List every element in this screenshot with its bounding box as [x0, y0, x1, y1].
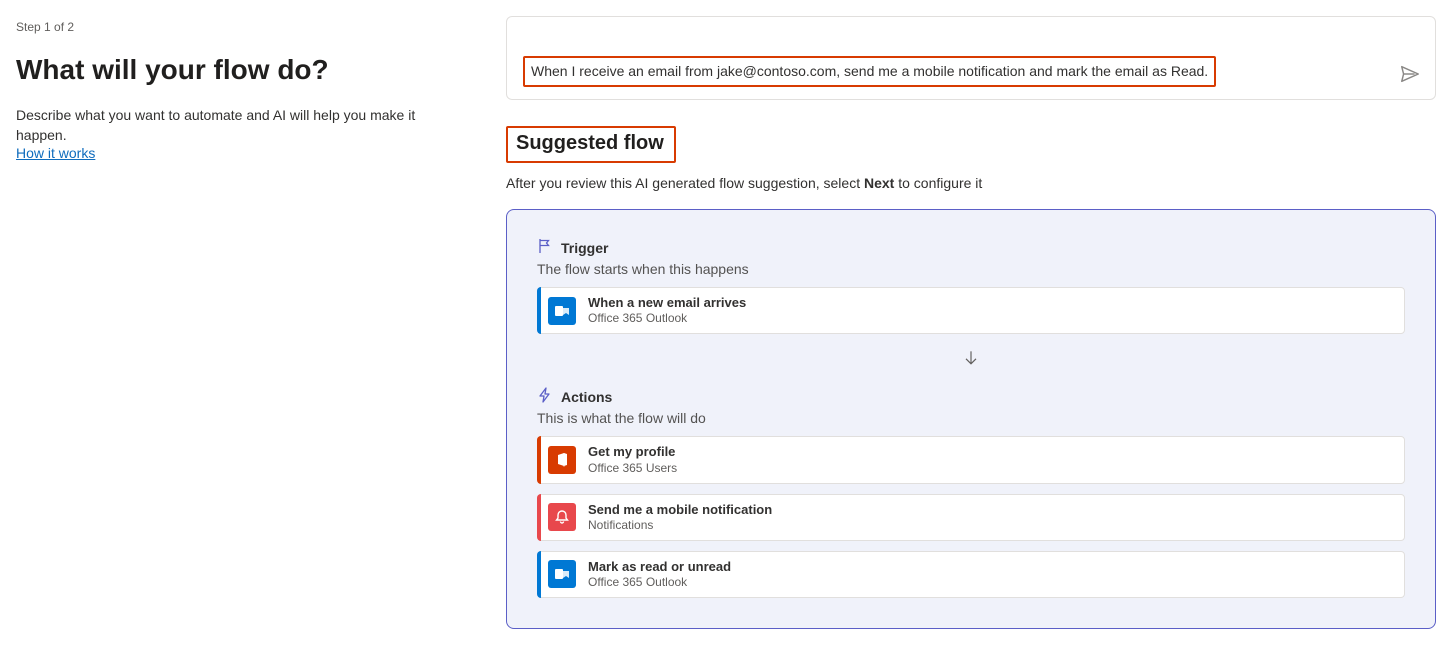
- office-icon: [548, 446, 576, 474]
- bell-icon: [548, 503, 576, 531]
- suggested-flow-heading-highlight: Suggested flow: [506, 126, 676, 163]
- trigger-label: Trigger: [561, 240, 608, 256]
- action-connector: Notifications: [588, 518, 772, 533]
- right-pane: When I receive an email from jake@contos…: [490, 0, 1456, 655]
- actions-section-header: Actions: [537, 387, 1405, 406]
- suggested-flow-heading: Suggested flow: [516, 132, 664, 155]
- lightning-icon: [537, 387, 553, 406]
- trigger-description: The flow starts when this happens: [537, 261, 1405, 277]
- send-icon: [1399, 72, 1421, 89]
- actions-description: This is what the flow will do: [537, 410, 1405, 426]
- action-title: Send me a mobile notification: [588, 502, 772, 518]
- action-connector: Office 365 Outlook: [588, 575, 731, 590]
- prompt-input-container[interactable]: When I receive an email from jake@contos…: [506, 16, 1436, 100]
- step-indicator: Step 1 of 2: [16, 20, 468, 34]
- suggested-flow-subtext: After you review this AI generated flow …: [506, 175, 1436, 191]
- outlook-icon: [548, 297, 576, 325]
- outlook-icon: [548, 560, 576, 588]
- action-connector: Office 365 Users: [588, 461, 677, 476]
- page-description: Describe what you want to automate and A…: [16, 106, 468, 145]
- action-title: Mark as read or unread: [588, 559, 731, 575]
- how-it-works-link[interactable]: How it works: [16, 145, 95, 161]
- trigger-card[interactable]: When a new email arrives Office 365 Outl…: [537, 287, 1405, 334]
- page-title: What will your flow do?: [16, 54, 468, 86]
- action-title: Get my profile: [588, 444, 677, 460]
- action-card[interactable]: Send me a mobile notification Notificati…: [537, 494, 1405, 541]
- flag-icon: [537, 238, 553, 257]
- left-pane: Step 1 of 2 What will your flow do? Desc…: [0, 0, 490, 655]
- arrow-down-icon: [537, 348, 1405, 373]
- actions-label: Actions: [561, 389, 612, 405]
- send-button[interactable]: [1399, 63, 1421, 85]
- trigger-section-header: Trigger: [537, 238, 1405, 257]
- action-card[interactable]: Mark as read or unread Office 365 Outloo…: [537, 551, 1405, 598]
- trigger-title: When a new email arrives: [588, 295, 746, 311]
- prompt-text: When I receive an email from jake@contos…: [523, 56, 1216, 87]
- action-card[interactable]: Get my profile Office 365 Users: [537, 436, 1405, 483]
- suggested-flow-card: Trigger The flow starts when this happen…: [506, 209, 1436, 629]
- trigger-connector: Office 365 Outlook: [588, 311, 746, 326]
